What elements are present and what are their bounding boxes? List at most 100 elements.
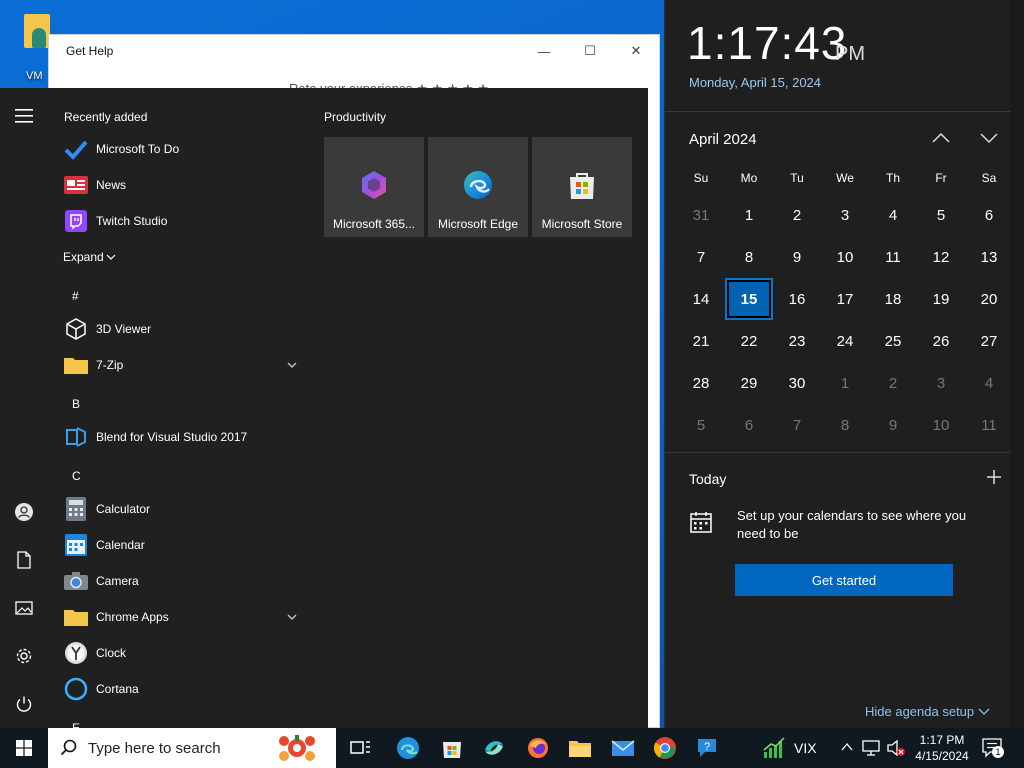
calendar-day[interactable]: 9: [775, 238, 819, 276]
store-icon[interactable]: [440, 736, 464, 760]
add-event-icon[interactable]: [985, 468, 1003, 486]
calendar-day[interactable]: 18: [871, 280, 915, 318]
calendar-day[interactable]: 4: [871, 196, 915, 234]
calendar-day[interactable]: 8: [727, 238, 771, 276]
app-item-clock[interactable]: Clock: [48, 635, 310, 671]
mail-icon[interactable]: [611, 736, 635, 760]
calendar-day[interactable]: 29: [727, 364, 771, 402]
hide-agenda-button[interactable]: Hide agenda setup: [865, 704, 990, 719]
calendar-day[interactable]: 9: [871, 406, 915, 444]
calendar-day[interactable]: 5: [919, 196, 963, 234]
calendar-day[interactable]: 26: [919, 322, 963, 360]
calendar-day[interactable]: 21: [679, 322, 723, 360]
firefox-icon[interactable]: [526, 736, 550, 760]
app-item-cortana[interactable]: Cortana: [48, 671, 310, 707]
calendar-day[interactable]: 3: [919, 364, 963, 402]
calendar-day[interactable]: 22: [727, 322, 771, 360]
tile-microsoft-365[interactable]: Microsoft 365...: [324, 137, 424, 237]
calendar-day[interactable]: 6: [727, 406, 771, 444]
expand-button[interactable]: Expand: [48, 239, 310, 275]
get-help-icon[interactable]: ?: [695, 736, 719, 760]
calendar-day[interactable]: 8: [823, 406, 867, 444]
long-date-link[interactable]: Monday, April 15, 2024: [689, 75, 821, 90]
start-button[interactable]: [0, 728, 48, 768]
stock-ticker[interactable]: VIX: [794, 740, 817, 756]
calendar-day[interactable]: 10: [919, 406, 963, 444]
taskbar-clock[interactable]: 1:17 PM 4/15/2024: [912, 732, 972, 764]
calendar-day[interactable]: 7: [775, 406, 819, 444]
app-item-news[interactable]: News: [48, 167, 310, 203]
calendar-day[interactable]: 11: [967, 406, 1011, 444]
chevron-down-icon[interactable]: [977, 128, 1001, 148]
calendar-day[interactable]: 1: [823, 364, 867, 402]
chevron-up-icon[interactable]: [840, 740, 854, 754]
calendar-day[interactable]: 12: [919, 238, 963, 276]
file-explorer-icon[interactable]: [568, 736, 592, 760]
minimize-button[interactable]: —: [521, 35, 567, 67]
action-center-button[interactable]: 1: [982, 738, 1004, 758]
calendar-day[interactable]: 20: [967, 280, 1011, 318]
calendar-day[interactable]: 28: [679, 364, 723, 402]
section-letter-hash[interactable]: #: [72, 289, 79, 303]
app-item-7-zip[interactable]: 7-Zip: [48, 347, 310, 383]
calendar-day[interactable]: 2: [775, 196, 819, 234]
chevron-up-icon[interactable]: [929, 128, 953, 148]
calendar-day[interactable]: 19: [919, 280, 963, 318]
documents-button[interactable]: [0, 536, 48, 584]
settings-button[interactable]: [0, 632, 48, 680]
app-item-blend[interactable]: Blend for Visual Studio 2017: [48, 419, 310, 455]
calendar-day[interactable]: 10: [823, 238, 867, 276]
tile-microsoft-edge[interactable]: Microsoft Edge: [428, 137, 528, 237]
calendar-day[interactable]: 27: [967, 322, 1011, 360]
network-icon[interactable]: [862, 739, 880, 757]
calendar-day[interactable]: 5: [679, 406, 723, 444]
app-item-calendar[interactable]: Calendar: [48, 527, 310, 563]
calendar-day[interactable]: 6: [967, 196, 1011, 234]
app-item-twitch-studio[interactable]: Twitch Studio: [48, 203, 310, 239]
calendar-day[interactable]: 13: [967, 238, 1011, 276]
calendar-day[interactable]: 7: [679, 238, 723, 276]
month-label[interactable]: April 2024: [689, 131, 757, 148]
calendar-day[interactable]: 14: [679, 280, 723, 318]
flyout-scrollbar[interactable]: [1010, 0, 1024, 728]
taskbar-search-box[interactable]: [48, 728, 336, 768]
user-account-button[interactable]: [0, 488, 48, 536]
calendar-day-today[interactable]: 15: [725, 278, 773, 320]
app-item-camera[interactable]: Camera: [48, 563, 310, 599]
calendar-day[interactable]: 3: [823, 196, 867, 234]
tile-group-heading[interactable]: Productivity: [324, 110, 386, 124]
get-started-button[interactable]: Get started: [735, 564, 953, 596]
calendar-day[interactable]: 2: [871, 364, 915, 402]
calendar-day[interactable]: 1: [727, 196, 771, 234]
calendar-day[interactable]: 24: [823, 322, 867, 360]
section-letter-c[interactable]: C: [72, 469, 81, 483]
calendar-day[interactable]: 30: [775, 364, 819, 402]
volume-muted-icon[interactable]: [886, 739, 906, 757]
close-button[interactable]: ✕: [613, 35, 659, 67]
app-item-microsoft-to-do[interactable]: Microsoft To Do: [48, 131, 310, 167]
chevron-down-icon[interactable]: [284, 609, 300, 625]
section-letter-e[interactable]: E: [72, 721, 80, 728]
hamburger-menu-button[interactable]: [0, 92, 48, 140]
pictures-button[interactable]: [0, 584, 48, 632]
calendar-day[interactable]: 4: [967, 364, 1011, 402]
calendar-day[interactable]: 25: [871, 322, 915, 360]
app-item-chrome-apps[interactable]: Chrome Apps: [48, 599, 310, 635]
calendar-day[interactable]: 11: [871, 238, 915, 276]
power-button[interactable]: [0, 680, 48, 728]
stock-chart-icon[interactable]: [762, 736, 786, 760]
calendar-day[interactable]: 16: [775, 280, 819, 318]
task-view-icon[interactable]: [348, 736, 372, 760]
app-item-3d-viewer[interactable]: 3D Viewer: [48, 311, 310, 347]
calendar-day[interactable]: 17: [823, 280, 867, 318]
chrome-icon[interactable]: [653, 736, 677, 760]
section-letter-b[interactable]: B: [72, 397, 80, 411]
app-swirl-icon[interactable]: [482, 736, 506, 760]
calendar-day[interactable]: 23: [775, 322, 819, 360]
maximize-button[interactable]: ☐: [567, 35, 613, 67]
edge-icon[interactable]: [396, 736, 420, 760]
chevron-down-icon[interactable]: [284, 357, 300, 373]
app-item-calculator[interactable]: Calculator: [48, 491, 310, 527]
search-input[interactable]: [88, 738, 268, 758]
calendar-day[interactable]: 31: [679, 196, 723, 234]
